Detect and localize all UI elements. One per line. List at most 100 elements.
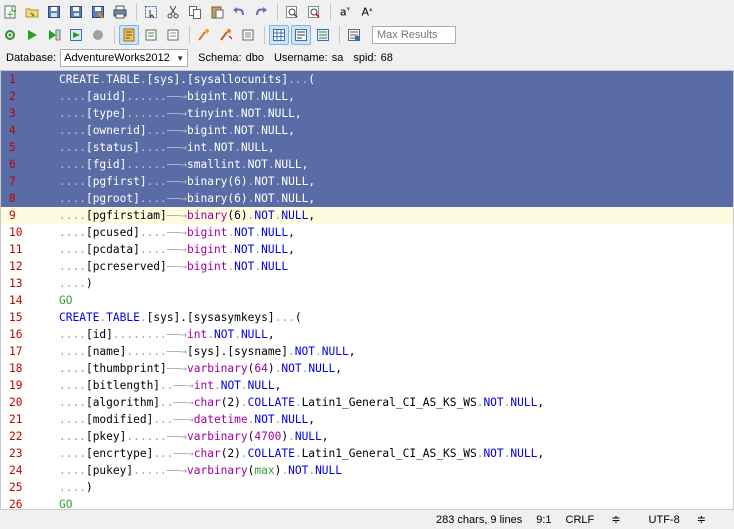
code-token: . (288, 345, 295, 358)
options-icon[interactable] (344, 25, 364, 45)
code-token: [fgid] (85, 158, 127, 171)
code-token: . (139, 311, 147, 324)
code-token: [pgfirst] (85, 175, 147, 188)
code-token: NULL (281, 209, 309, 222)
uppercase-icon[interactable]: A▴ (357, 2, 377, 22)
editor-line[interactable]: 13....) (1, 275, 733, 292)
sql-editor[interactable]: 1 CREATE.TABLE.[sys].[sysallocunits]...(2… (0, 70, 734, 510)
encoding-select[interactable]: UTF-8 ≑ (649, 513, 720, 526)
code-token: [pkey] (85, 430, 127, 443)
execute-selection-icon[interactable] (66, 25, 86, 45)
editor-line[interactable]: 24 ....[pukey].....——→varbinary(max).NOT.… (1, 462, 733, 479)
database-select[interactable]: AdventureWorks2012 ▼ (60, 49, 189, 67)
line-number: 11 (9, 243, 23, 256)
editor-line[interactable]: 8 ....[pgroot]....——→binary(6).NOT.NULL, (1, 190, 733, 207)
code-token: ......——→ (126, 107, 187, 120)
save-icon[interactable] (44, 2, 64, 22)
editor-line[interactable]: 16 ....[id]........——→int.NOT.NULL, (1, 326, 733, 343)
code-token: NULL (294, 430, 322, 443)
editor-line[interactable]: 9 ....[pgfirstiam]——→binary(6).NOT.NULL, (1, 207, 733, 224)
export-icon[interactable] (238, 25, 258, 45)
editor-line[interactable]: 1 CREATE.TABLE.[sys].[sysallocunits]...( (1, 71, 733, 88)
new-icon[interactable]: + (0, 2, 20, 22)
line-ending-select[interactable]: CRLF ≑ (566, 513, 635, 526)
cut-icon[interactable] (163, 2, 183, 22)
script-icon[interactable] (216, 25, 236, 45)
query-history-icon[interactable] (313, 25, 333, 45)
code-token: ) (85, 277, 93, 290)
grid-results-icon[interactable] (269, 25, 289, 45)
line-ending-value: CRLF (565, 514, 595, 526)
uncomment-icon[interactable] (163, 25, 183, 45)
code-token: NOT (213, 141, 235, 154)
line-number: 13 (9, 277, 23, 290)
code-token: , (274, 379, 282, 392)
editor-line[interactable]: 21 ....[modified]...——→datetime.NOT.NULL, (1, 411, 733, 428)
editor-line[interactable]: 15 CREATE.TABLE.[sys].[sysasymkeys]...( (1, 309, 733, 326)
code-token: ) (267, 362, 275, 375)
editor-line[interactable]: 26 GO (1, 496, 733, 509)
line-number: 6 (9, 158, 16, 171)
paste-icon[interactable] (207, 2, 227, 22)
editor-line[interactable]: 4 ....[ownerid]...——→bigint.NOT.NULL, (1, 122, 733, 139)
editor-line[interactable]: 3 ....[type]......——→tinyint.NOT.NULL, (1, 105, 733, 122)
editor-line[interactable]: 5 ....[status]....——→int.NOT.NULL, (1, 139, 733, 156)
code-token: [ownerid] (85, 124, 147, 137)
code-token: . (288, 430, 295, 443)
code-token: ...——→ (146, 175, 187, 188)
editor-line[interactable]: 25....) (1, 479, 733, 496)
code-token: , (308, 175, 316, 188)
code-token: .... (59, 124, 86, 137)
connection-bar: Database: AdventureWorks2012 ▼ Schema: d… (0, 48, 734, 68)
editor-line[interactable]: 7 ....[pgfirst]...——→binary(6).NOT.NULL, (1, 173, 733, 190)
code-token: NULL (261, 124, 289, 137)
code-token: smallint (187, 158, 241, 171)
code-token: . (261, 107, 268, 120)
code-token: .... (59, 328, 86, 341)
text-results-icon[interactable] (291, 25, 311, 45)
find-icon[interactable] (282, 2, 302, 22)
lowercase-icon[interactable]: a▾ (335, 2, 355, 22)
code-token: [auid] (85, 90, 127, 103)
editor-line[interactable]: 22 ....[pkey]......——→varbinary(4700).NUL… (1, 428, 733, 445)
connect-icon[interactable] (0, 25, 20, 45)
max-results-input[interactable] (372, 26, 456, 44)
editor-line[interactable]: 19 ....[bitlength]..——→int.NOT.NULL, (1, 377, 733, 394)
select-icon[interactable] (141, 2, 161, 22)
save-as-icon[interactable] (88, 2, 108, 22)
code-token: NOT (213, 328, 235, 341)
editor-line[interactable]: 17 ....[name]......——→[sys].[sysname].NOT… (1, 343, 733, 360)
open-icon[interactable] (22, 2, 42, 22)
line-code: ....[pcreserved]——→bigint.NOT.NULL (59, 258, 288, 275)
code-token: , (267, 141, 275, 154)
editor-line[interactable]: 11 ....[pcdata]....——→bigint.NOT.NULL, (1, 241, 733, 258)
editor-line[interactable]: 6 ....[fgid]......——→smallint.NOT.NULL, (1, 156, 733, 173)
code-token: NOT (254, 192, 275, 205)
editor-line[interactable]: 20 ....[algorithm]..——→char(2).COLLATE.La… (1, 394, 733, 411)
stop-icon[interactable] (88, 25, 108, 45)
copy-icon[interactable] (185, 2, 205, 22)
line-code: ....[pgroot]....——→binary(6).NOT.NULL, (59, 190, 315, 207)
code-token: NULL (315, 464, 343, 477)
comment-icon[interactable] (141, 25, 161, 45)
print-icon[interactable] (110, 2, 130, 22)
execute-current-icon[interactable] (44, 25, 64, 45)
save-all-icon[interactable] (66, 2, 86, 22)
redo-icon[interactable] (251, 2, 271, 22)
editor-line[interactable]: 12 ....[pcreserved]——→bigint.NOT.NULL (1, 258, 733, 275)
editor-line[interactable]: 10 ....[pcused]....——→bigint.NOT.NULL, (1, 224, 733, 241)
code-token: NOT (254, 209, 275, 222)
editor-line[interactable]: 2 ....[auid]......——→bigint.NOT.NULL, (1, 88, 733, 105)
editor-line[interactable]: 14 GO (1, 292, 733, 309)
line-code: ....[pgfirst]...——→binary(6).NOT.NULL, (59, 173, 315, 190)
explain-icon[interactable] (194, 25, 214, 45)
execute-icon[interactable] (22, 25, 42, 45)
editor-line[interactable]: 18 ....[thumbprint]——→varbinary(64).NOT.N… (1, 360, 733, 377)
undo-icon[interactable] (229, 2, 249, 22)
editor-line[interactable]: 23 ....[encrtype]...——→char(2).COLLATE.La… (1, 445, 733, 462)
format-icon[interactable] (119, 25, 139, 45)
code-token: NOT (483, 396, 504, 409)
code-token: NOT (288, 464, 309, 477)
replace-icon[interactable] (304, 2, 324, 22)
toolbar-separator (277, 3, 278, 21)
